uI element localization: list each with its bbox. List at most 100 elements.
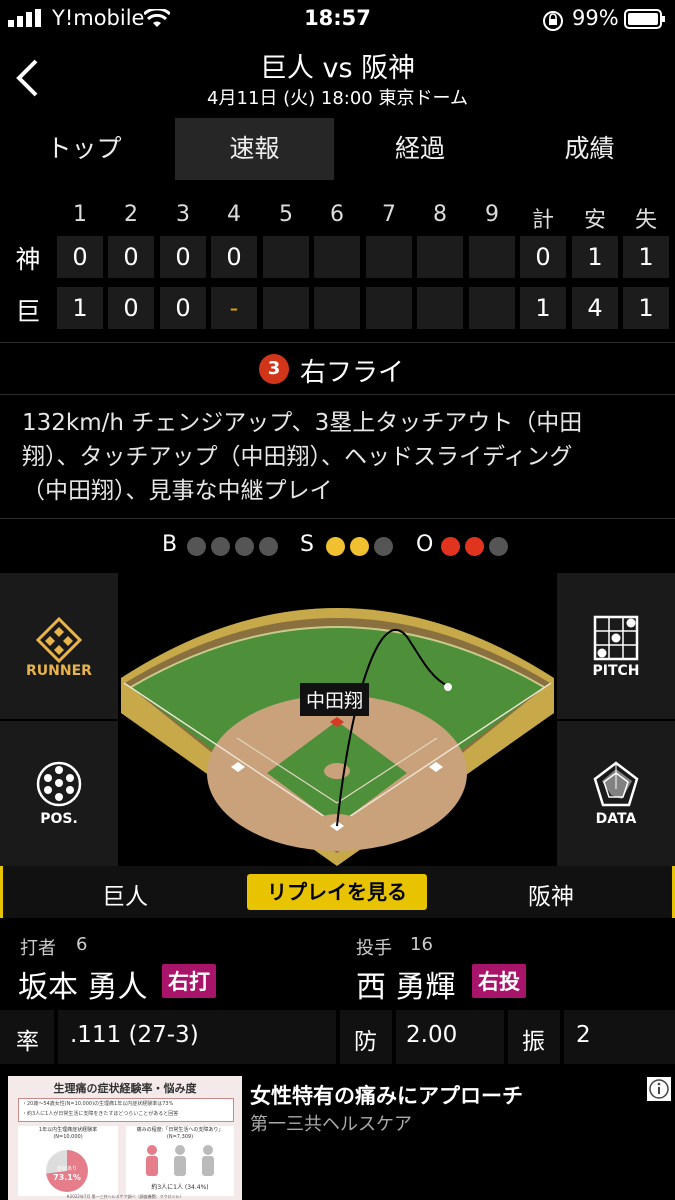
radar-chart-icon (593, 761, 639, 807)
inning-header: 2 (124, 202, 138, 227)
era-label-box: 防 (340, 1010, 392, 1064)
pitch-button[interactable]: PITCH (557, 573, 675, 719)
ad-image-note: ・約3人に1人が日常生活に支障をきたすほどつらいことがあると回答 (22, 1111, 179, 1117)
runner-label: RUNNER (26, 663, 92, 679)
inning-header: 7 (382, 202, 396, 227)
scoreboard: 1 2 3 4 5 6 7 8 9 計 安 失 神 0 0 0 0 0 1 1 … (0, 196, 675, 338)
score-cell: 0 (108, 236, 154, 278)
play-description: 132km/h チェンジアップ、3塁上タッチアウト（中田 翔）、タッチアップ（中… (22, 406, 662, 508)
play-description-line: 翔）、タッチアップ（中田翔）、ヘッドスライディング (22, 444, 573, 470)
score-cell: 0 (108, 287, 154, 329)
total-runs-cell: 0 (520, 236, 566, 278)
tab-bar: トップ 速報 経過 成績 (0, 118, 675, 184)
hits-cell: 4 (572, 287, 618, 329)
inning-header: 5 (279, 202, 293, 227)
batting-avg-value: .111 (27-3) (70, 1022, 199, 1048)
runner-button[interactable]: RUNNER (0, 573, 118, 719)
data-label: DATA (595, 811, 637, 827)
header: 巨人 vs 阪神 4月11日 (火) 18:00 東京ドーム (0, 38, 675, 118)
ad-image-note: ・20歳～54歳女性(N=10,000)の生理痛1年以内症状経験率は73% (22, 1101, 174, 1107)
out-dot (489, 537, 508, 556)
inning-header: 4 (227, 202, 241, 227)
runner-diamond-icon (36, 617, 82, 663)
ad-image-right-n: (N=7,309) (166, 1134, 194, 1140)
pitcher-hand-badge: 右投 (472, 964, 526, 998)
score-cell (469, 287, 515, 329)
divider (0, 394, 675, 395)
strike-dot (374, 537, 393, 556)
home-team-button[interactable]: 巨人 (60, 877, 190, 911)
era-value: 2.00 (406, 1022, 458, 1048)
play-description-line: （中田翔）、見事な中継プレイ (22, 478, 333, 504)
errors-header: 失 (634, 208, 657, 233)
batter-order-badge: 3 (259, 354, 289, 384)
total-runs-header: 計 (531, 208, 554, 233)
ball-dot (187, 537, 206, 556)
game-info: 4月11日 (火) 18:00 東京ドーム (207, 88, 468, 109)
ad-info-icon[interactable] (646, 1076, 672, 1102)
replay-button[interactable]: リプレイを見る (247, 874, 427, 910)
play-result: 3 右フライ (0, 344, 675, 392)
ad-image-right-panel: 痛みの程度:「日常生活への支障あり」 (N=7,309) 約3人に1人 (34.… (126, 1126, 234, 1196)
score-cell (469, 236, 515, 278)
hits-header: 安 (583, 208, 606, 233)
strike-dot (326, 537, 345, 556)
battery-percent: 99% (572, 6, 619, 30)
away-team-button[interactable]: 阪神 (486, 877, 616, 911)
pitcher-panel: 投手 16 西 勇輝 右投 防 2.00 振 2 (340, 920, 675, 1070)
out-label: O (416, 532, 434, 557)
hits-cell: 1 (572, 236, 618, 278)
score-cell (263, 236, 309, 278)
tab-top[interactable]: トップ (0, 118, 168, 180)
ad-image-footnote: ※2022年7月 第一三共ヘルスケア調べ（調査機関：マクロミル） (66, 1194, 184, 1199)
strike-label: S (300, 532, 314, 557)
score-cell: 0 (211, 236, 257, 278)
score-cell (417, 287, 463, 329)
inning-header: 8 (433, 202, 447, 227)
score-cell: 0 (57, 236, 103, 278)
ad-banner[interactable]: 生理痛の症状経験率・悩み度 ・20歳～54歳女性(N=10,000)の生理痛1年… (0, 1072, 675, 1200)
ball-dot (259, 537, 278, 556)
ad-image-left-panel: 1年以内生理痛症状経験率 (N=10,000) 症状あり 73.1% (18, 1126, 118, 1196)
score-cell (314, 287, 360, 329)
inning-header: 9 (485, 202, 499, 227)
pitch-label: PITCH (592, 663, 640, 679)
data-button[interactable]: DATA (557, 721, 675, 867)
ball-dot (211, 537, 230, 556)
batter-stat-label-box: 率 (0, 1010, 54, 1064)
position-button[interactable]: POS. (0, 721, 118, 867)
baseball-field (121, 573, 554, 866)
batter-name: 坂本 勇人 (18, 970, 148, 1005)
score-cell (314, 236, 360, 278)
inning-header: 6 (330, 202, 344, 227)
batter-stat-value-box: .111 (27-3) (58, 1010, 336, 1064)
strike-dot (350, 537, 369, 556)
divider (0, 342, 675, 343)
score-cell (263, 287, 309, 329)
status-bar: Y!mobile 18:57 99% (0, 0, 675, 38)
era-label: 防 (354, 1029, 377, 1055)
score-cell: 0 (160, 287, 206, 329)
runner-name-tag: 中田翔 (300, 683, 370, 716)
ad-ratio: 約3人に1人 (34.4%) (151, 1184, 209, 1191)
people-icon (146, 1145, 214, 1176)
pitch-grid-icon (593, 615, 639, 661)
pitcher-name: 西 勇輝 (356, 970, 456, 1005)
inning-header: 3 (176, 202, 190, 227)
batter-number: 6 (76, 934, 88, 955)
ball-label: B (162, 532, 178, 557)
battery-icon (624, 9, 665, 29)
tab-progress[interactable]: 経過 (336, 118, 504, 180)
strikeout-label: 振 (522, 1029, 545, 1055)
ad-headline[interactable]: 女性特有の痛みにアプローチ (250, 1080, 523, 1110)
team-hanshin: 神 (15, 245, 41, 274)
era-value-box: 2.00 (396, 1010, 504, 1064)
ad-image-right-title: 痛みの程度:「日常生活への支障あり」 (136, 1127, 224, 1133)
team-giants: 巨 (15, 297, 41, 326)
strikeout-value-box: 2 (564, 1010, 675, 1064)
tab-stats[interactable]: 成績 (504, 118, 675, 180)
team-switch-bar: 巨人 リプレイを見る 阪神 (0, 866, 675, 918)
ad-sponsor: 第一三共ヘルスケア (250, 1114, 412, 1135)
score-cell: 0 (160, 236, 206, 278)
tab-live[interactable]: 速報 (175, 118, 334, 180)
